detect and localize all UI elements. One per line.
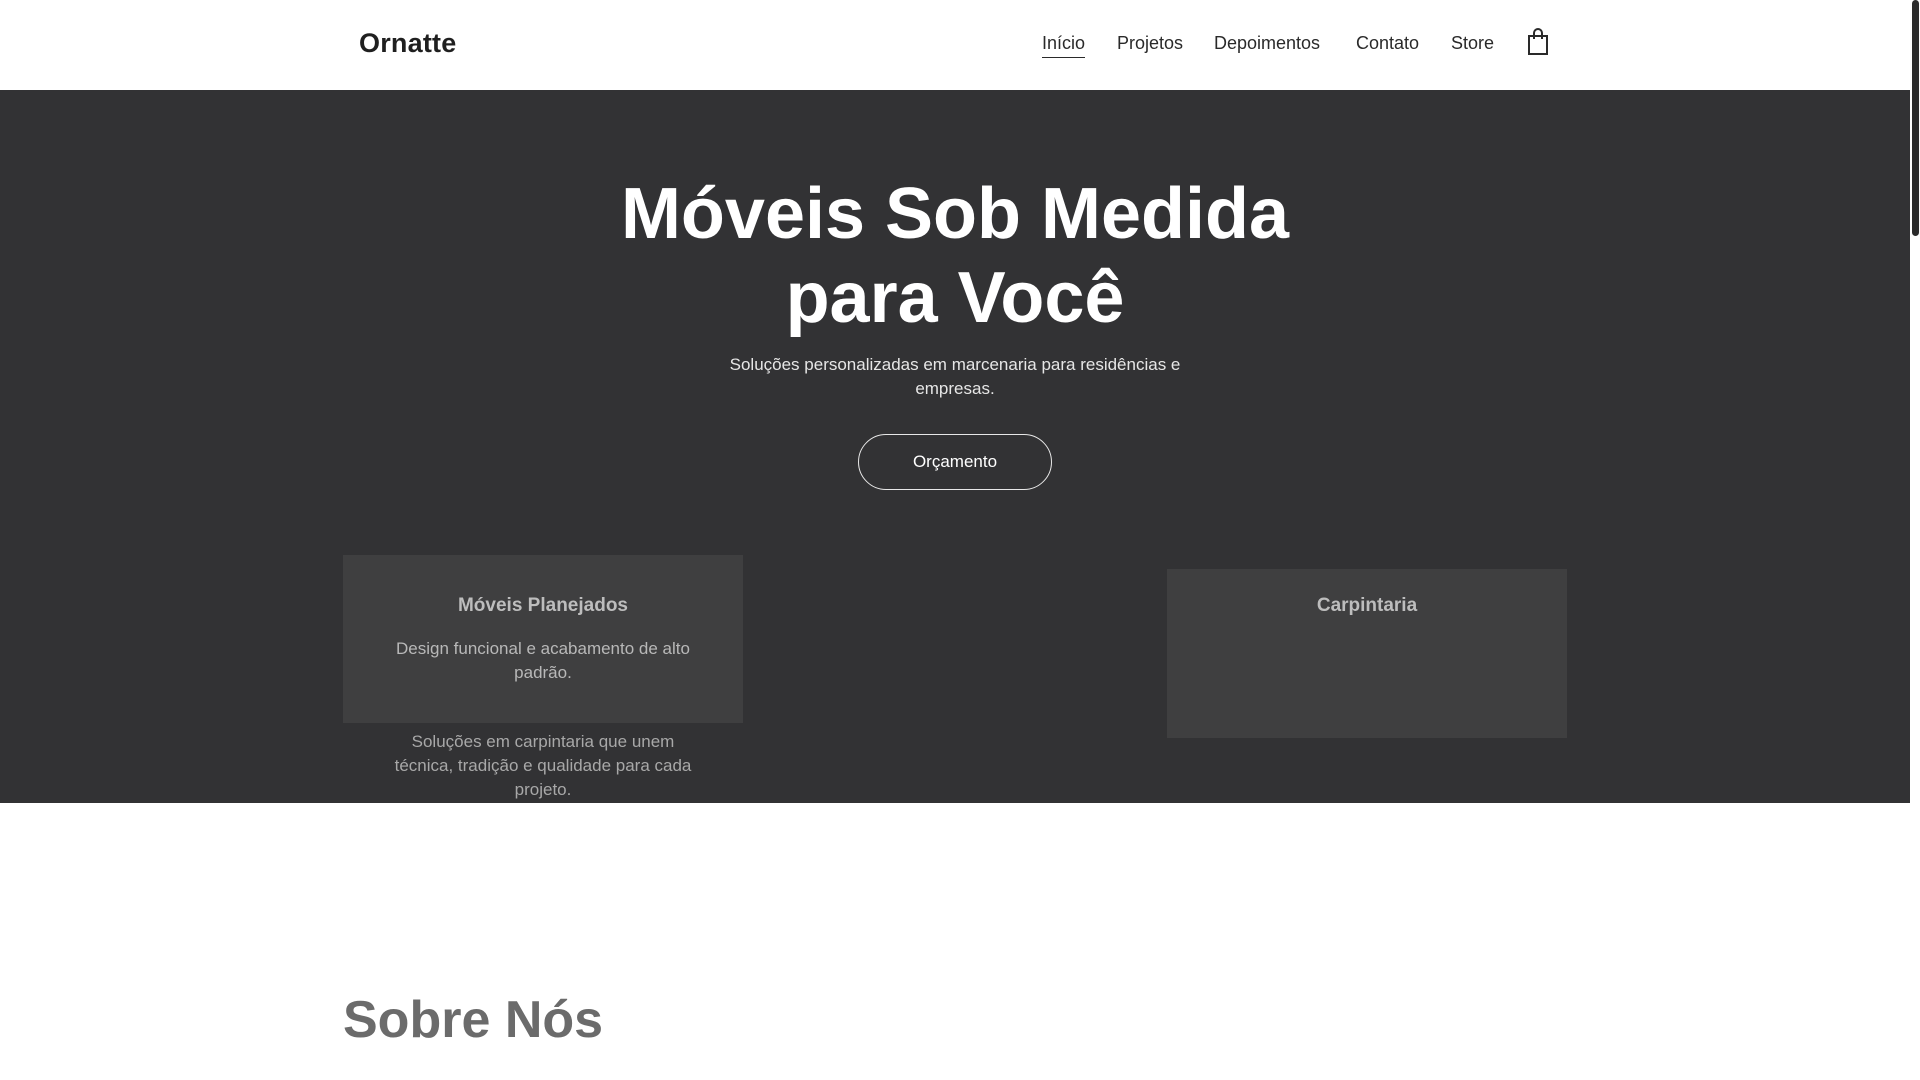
hero-section: Móveis Sob Medida para Você Soluções per… bbox=[0, 90, 1910, 803]
shopping-bag-icon[interactable] bbox=[1526, 28, 1550, 56]
hero-title-line-1: Móveis Sob Medida bbox=[620, 174, 1290, 254]
brand-logo[interactable]: Ornatte bbox=[359, 28, 456, 59]
hero-title-line-2: para Você bbox=[785, 258, 1125, 338]
site-header: Ornatte Início Projetos Depoimentos Cont… bbox=[0, 0, 1910, 90]
nav-link-projetos[interactable]: Projetos bbox=[1117, 33, 1183, 54]
page-scrollbar[interactable] bbox=[1910, 0, 1920, 1080]
service-card-carpintaria: Carpintaria bbox=[1167, 569, 1567, 738]
service-card-moveis-planejados: Móveis Planejados Design funcional e aca… bbox=[343, 555, 743, 723]
about-title: Sobre Nós bbox=[343, 991, 604, 1049]
hero-subtitle: Soluções personalizadas em marcenaria pa… bbox=[729, 355, 1181, 398]
nav-link-contato[interactable]: Contato bbox=[1356, 33, 1419, 54]
scrollbar-thumb[interactable] bbox=[1912, 0, 1919, 236]
service-card-title: Móveis Planejados bbox=[457, 595, 628, 616]
service-card-text: Design funcional e acabamento de alto pa… bbox=[396, 639, 690, 682]
carpintaria-description: Soluções em carpintaria que unem técnica… bbox=[394, 732, 692, 799]
nav-link-store[interactable]: Store bbox=[1451, 33, 1494, 54]
service-card-title: Carpintaria bbox=[1316, 595, 1418, 616]
nav-link-depoimentos[interactable]: Depoimentos bbox=[1214, 33, 1320, 54]
hero-title: Móveis Sob Medida para Você bbox=[0, 172, 1910, 340]
nav-link-inicio[interactable]: Início bbox=[1042, 33, 1086, 58]
orcamento-button[interactable]: Orçamento bbox=[858, 434, 1052, 490]
